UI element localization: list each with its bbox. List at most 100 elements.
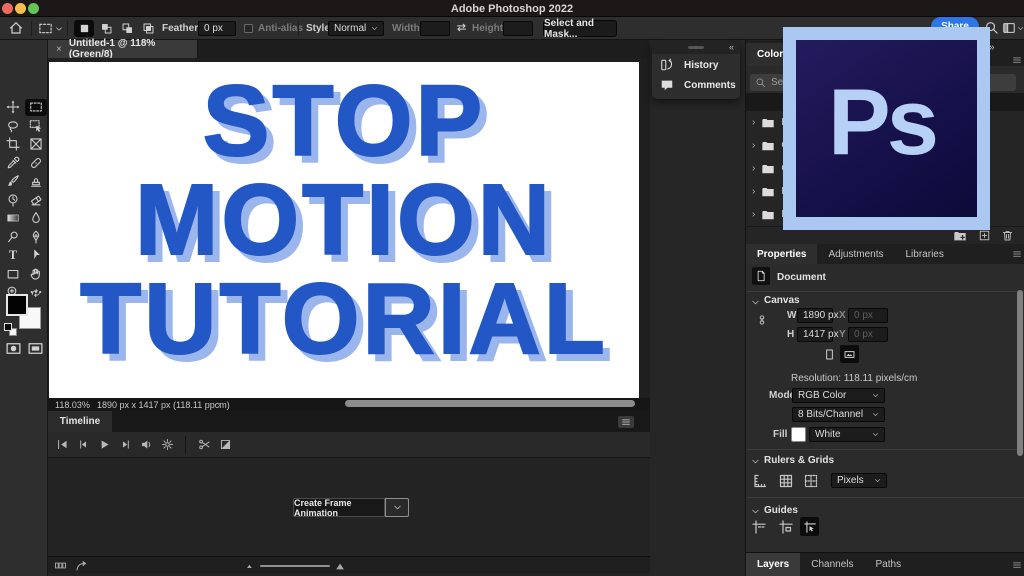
blur-tool[interactable] bbox=[25, 210, 47, 227]
drag-handle[interactable] bbox=[688, 46, 704, 49]
bit-depth-select[interactable]: 8 Bits/Channel bbox=[792, 407, 885, 422]
height-input[interactable] bbox=[503, 21, 533, 36]
canvas-y-input[interactable]: 0 px bbox=[848, 327, 888, 342]
timeline-tab[interactable]: Timeline bbox=[48, 411, 112, 432]
screen-mode-icon[interactable] bbox=[27, 340, 44, 357]
select-and-mask-button[interactable]: Select and Mask... bbox=[543, 20, 617, 37]
feather-input[interactable]: 0 px bbox=[198, 21, 236, 36]
swap-width-height-icon[interactable] bbox=[455, 21, 468, 34]
tab-layers[interactable]: Layers bbox=[746, 553, 800, 576]
intersect-selection-button[interactable] bbox=[138, 20, 158, 37]
status-chevron-icon[interactable]: › bbox=[218, 399, 221, 409]
edit-guides-button[interactable] bbox=[800, 517, 819, 536]
comments-icon[interactable] bbox=[660, 78, 674, 92]
new-selection-button[interactable] bbox=[74, 20, 94, 37]
render-video-icon[interactable] bbox=[75, 559, 88, 572]
panel-menu-icon[interactable] bbox=[1012, 55, 1022, 65]
rectangle-tool[interactable] bbox=[2, 265, 24, 282]
tab-properties[interactable]: Properties bbox=[746, 244, 817, 264]
mode-select[interactable]: RGB Color bbox=[792, 388, 885, 403]
toggle-grid-icon[interactable] bbox=[778, 473, 794, 489]
disclosure-chevron-icon[interactable]: › bbox=[752, 163, 755, 174]
landscape-orientation-button[interactable] bbox=[840, 345, 859, 363]
canvas-x-input[interactable]: 0 px bbox=[848, 308, 888, 323]
disclosure-chevron-icon[interactable]: › bbox=[752, 209, 755, 220]
anti-alias-checkbox[interactable] bbox=[244, 24, 253, 33]
chevron-down-icon[interactable] bbox=[751, 457, 760, 466]
pen-tool[interactable] bbox=[25, 228, 47, 245]
history-brush-tool[interactable] bbox=[2, 191, 24, 208]
default-colors-icon[interactable] bbox=[4, 323, 12, 331]
fill-color-swatch[interactable] bbox=[791, 427, 806, 442]
units-select[interactable]: Pixels bbox=[831, 473, 887, 488]
eraser-tool[interactable] bbox=[25, 191, 47, 208]
tab-libraries[interactable]: Libraries bbox=[895, 244, 955, 264]
frame-tool[interactable] bbox=[25, 136, 47, 153]
portrait-orientation-button[interactable] bbox=[821, 346, 838, 363]
lasso-tool[interactable] bbox=[2, 117, 24, 134]
properties-scrollbar[interactable] bbox=[1017, 290, 1023, 456]
zoom-in-thumbnail-icon[interactable] bbox=[334, 558, 348, 572]
gear-icon[interactable] bbox=[161, 438, 174, 451]
chevron-down-icon[interactable] bbox=[1017, 25, 1024, 32]
panel-menu-icon[interactable] bbox=[1012, 249, 1022, 259]
tab-paths[interactable]: Paths bbox=[865, 553, 913, 576]
canvas-height-input[interactable]: 1417 px bbox=[797, 327, 833, 342]
hand-tool[interactable] bbox=[25, 265, 47, 282]
trash-icon[interactable] bbox=[1001, 229, 1014, 242]
type-tool[interactable]: T bbox=[2, 247, 24, 264]
swap-colors-icon[interactable] bbox=[30, 287, 42, 299]
add-to-selection-button[interactable] bbox=[96, 20, 116, 37]
history-panel-icon[interactable] bbox=[660, 58, 674, 72]
home-icon[interactable] bbox=[8, 20, 24, 36]
foreground-color-swatch[interactable] bbox=[6, 294, 28, 316]
crop-tool[interactable] bbox=[2, 136, 24, 153]
first-frame-icon[interactable] bbox=[56, 438, 69, 451]
zoom-level[interactable]: 118.03% bbox=[55, 400, 90, 410]
split-clip-icon[interactable] bbox=[198, 438, 211, 451]
disclosure-chevron-icon[interactable]: › bbox=[752, 186, 755, 197]
brush-tool[interactable] bbox=[2, 173, 24, 190]
spot-healing-brush-tool[interactable] bbox=[25, 154, 47, 171]
path-selection-tool[interactable] bbox=[25, 247, 47, 264]
convert-to-frames-icon[interactable] bbox=[54, 559, 67, 572]
collapse-panels-icon[interactable]: « bbox=[729, 42, 734, 52]
subtract-from-selection-button[interactable] bbox=[117, 20, 137, 37]
eyedropper-tool[interactable] bbox=[2, 154, 24, 171]
tab-adjustments[interactable]: Adjustments bbox=[817, 244, 894, 264]
zoom-out-thumbnail-icon[interactable] bbox=[244, 559, 256, 571]
style-select[interactable]: Normal bbox=[328, 21, 384, 36]
new-group-icon[interactable] bbox=[953, 229, 967, 243]
dodge-tool[interactable] bbox=[2, 228, 24, 245]
new-swatch-icon[interactable] bbox=[978, 229, 991, 242]
quick-mask-icon[interactable] bbox=[5, 340, 22, 357]
canvas-width-input[interactable]: 1890 px bbox=[797, 308, 833, 323]
rectangular-marquee-tool[interactable] bbox=[25, 99, 47, 116]
close-tab-icon[interactable]: × bbox=[56, 44, 62, 55]
comments-flyout-item[interactable]: Comments bbox=[684, 80, 736, 91]
previous-frame-icon[interactable] bbox=[76, 438, 89, 451]
document-canvas[interactable]: STOP STOP MOTION MOTION TUTORIAL TUTORIA… bbox=[49, 62, 639, 398]
disclosure-chevron-icon[interactable]: › bbox=[752, 140, 755, 151]
toggle-pixel-grid-icon[interactable] bbox=[803, 473, 819, 489]
next-frame-icon[interactable] bbox=[120, 438, 133, 451]
tab-channels[interactable]: Channels bbox=[800, 553, 864, 576]
width-input[interactable] bbox=[420, 21, 450, 36]
play-icon[interactable] bbox=[98, 438, 111, 451]
object-selection-tool[interactable] bbox=[25, 117, 47, 134]
chevron-down-icon[interactable] bbox=[751, 298, 760, 307]
horizontal-scrollbar[interactable] bbox=[345, 400, 635, 407]
disclosure-chevron-icon[interactable]: › bbox=[752, 117, 755, 128]
create-frame-animation-dropdown[interactable] bbox=[385, 498, 409, 517]
timeline-menu-button[interactable] bbox=[618, 416, 634, 428]
marquee-tool-preset-icon[interactable] bbox=[38, 21, 53, 36]
mute-audio-icon[interactable] bbox=[140, 438, 153, 451]
panel-menu-icon[interactable] bbox=[1012, 560, 1022, 570]
guide-layout-icon[interactable] bbox=[778, 519, 794, 535]
fill-select[interactable]: White bbox=[809, 427, 885, 442]
flyout-header[interactable]: « bbox=[652, 42, 740, 54]
gradient-tool[interactable] bbox=[2, 210, 24, 227]
clone-stamp-tool[interactable] bbox=[25, 173, 47, 190]
thumbnail-size-slider[interactable] bbox=[260, 565, 330, 567]
history-flyout-item[interactable]: History bbox=[684, 60, 718, 71]
